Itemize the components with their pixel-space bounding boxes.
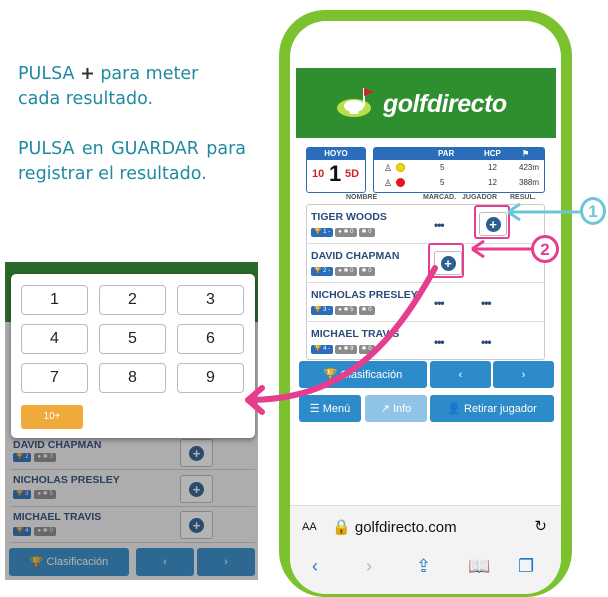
annotations bbox=[245, 202, 582, 415]
callout-2: 2 bbox=[531, 235, 559, 263]
arrow-to-keypad bbox=[245, 265, 438, 403]
callout-1: 1 bbox=[580, 197, 606, 225]
